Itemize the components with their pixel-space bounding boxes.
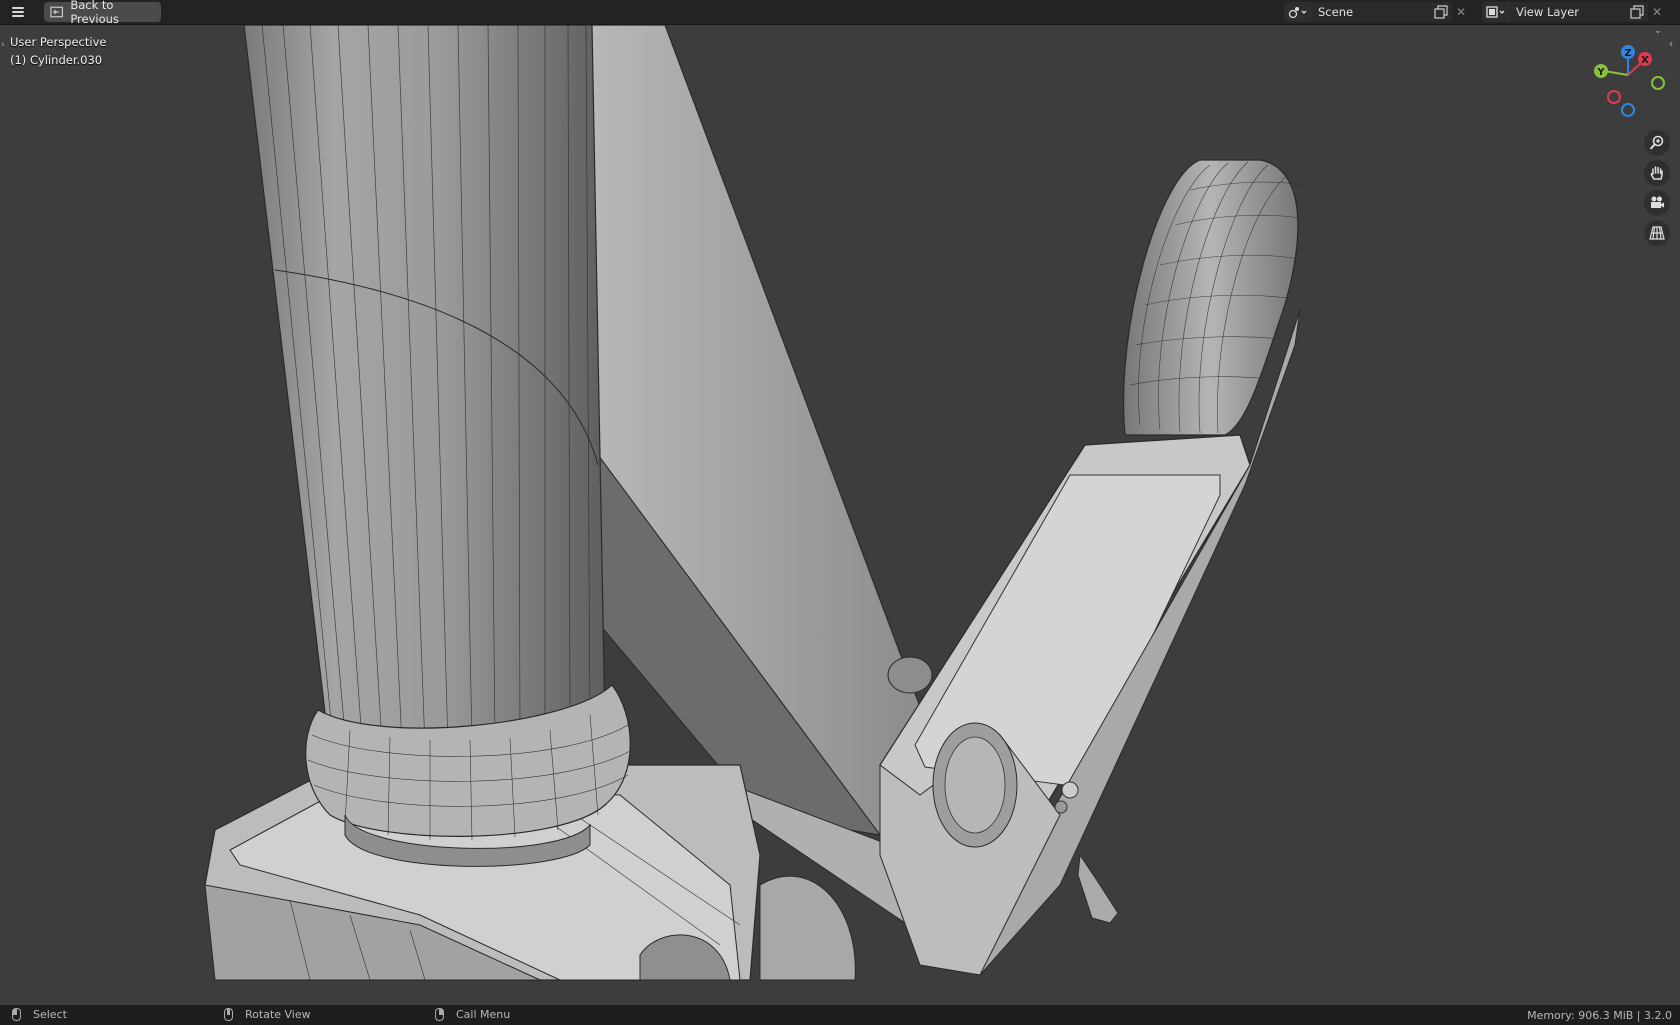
- gizmo-neg-x-axis[interactable]: [1607, 90, 1621, 104]
- sidebar-expand-arrow-icon[interactable]: ‹: [1669, 39, 1673, 50]
- middle-mouse-icon: [224, 1008, 233, 1021]
- duplicate-icon: [1434, 5, 1448, 19]
- back-to-previous-button[interactable]: Back to Previous: [44, 0, 161, 26]
- view-layer-icon: [1486, 6, 1505, 18]
- delete-scene-button[interactable]: ✕: [1452, 2, 1470, 22]
- delete-view-layer-button[interactable]: ✕: [1648, 2, 1666, 22]
- scene-type-dropdown[interactable]: [1284, 2, 1312, 22]
- navigation-gizmo[interactable]: Z X Y: [1588, 35, 1668, 125]
- scooter-wireframe-model[interactable]: [0, 25, 1680, 1005]
- scene-icon: [1288, 7, 1307, 19]
- viewport-perspective-label: User Perspective: [10, 35, 107, 49]
- main-cylinder: [243, 25, 633, 867]
- pan-hand-icon: [1650, 166, 1663, 180]
- active-object-label: (1) Cylinder.030: [10, 53, 103, 67]
- scene-selector: Scene ✕: [1284, 2, 1470, 22]
- camera-icon: [1651, 196, 1664, 208]
- close-icon: ✕: [1455, 5, 1467, 19]
- orthographic-toggle-button[interactable]: [1644, 220, 1670, 246]
- top-header-bar: Back to Previous Scene ✕ View Layer ✕: [0, 0, 1680, 26]
- 3d-viewport[interactable]: › User Perspective (1) Cylinder.030 Z X …: [0, 25, 1680, 1005]
- select-hint-label: Select: [33, 1008, 67, 1021]
- view-layer-selector: View Layer ✕: [1482, 2, 1666, 22]
- right-mouse-icon: [435, 1008, 444, 1021]
- view-layer-dropdown[interactable]: [1482, 2, 1510, 22]
- status-bar: Select Rotate View Call Menu Memory: 906…: [0, 1005, 1680, 1025]
- svg-text:Z: Z: [1624, 48, 1631, 59]
- toolbar-expand-arrow-icon[interactable]: ›: [1, 40, 5, 50]
- hamburger-menu-icon[interactable]: [8, 3, 28, 21]
- memory-version-readout: Memory: 906.3 MiB | 3.2.0: [1527, 1009, 1672, 1022]
- view-layer-name-field[interactable]: View Layer: [1510, 2, 1626, 22]
- scene-name-field[interactable]: Scene: [1312, 2, 1430, 22]
- zoom-icon: [1649, 135, 1664, 150]
- rotate-hint-label: Rotate View: [245, 1008, 311, 1021]
- status-select-hint: Select: [12, 1008, 67, 1021]
- ortho-grid-icon: [1649, 226, 1665, 240]
- left-mouse-icon: [12, 1008, 21, 1021]
- back-screen-icon: [50, 6, 63, 18]
- rear-wheel: [1123, 159, 1309, 436]
- status-rotate-hint: Rotate View: [224, 1008, 311, 1021]
- gizmo-neg-z-axis[interactable]: [1621, 103, 1635, 117]
- svg-text:Y: Y: [1596, 67, 1605, 78]
- status-menu-hint: Call Menu: [435, 1008, 510, 1021]
- menu-hint-label: Call Menu: [456, 1008, 511, 1021]
- zoom-button[interactable]: [1644, 130, 1670, 156]
- new-scene-button[interactable]: [1430, 2, 1452, 22]
- back-to-previous-label: Back to Previous: [70, 0, 119, 26]
- angled-frame-plate: [587, 25, 941, 836]
- camera-view-button[interactable]: [1644, 190, 1670, 216]
- close-icon: ✕: [1651, 5, 1663, 19]
- gizmo-neg-y-axis[interactable]: [1651, 76, 1665, 90]
- new-view-layer-button[interactable]: [1626, 2, 1648, 22]
- svg-text:X: X: [1641, 55, 1649, 66]
- pan-button[interactable]: [1644, 160, 1670, 186]
- header-collapse-arrow-icon[interactable]: ⌄: [1654, 26, 1662, 36]
- duplicate-icon: [1630, 5, 1644, 19]
